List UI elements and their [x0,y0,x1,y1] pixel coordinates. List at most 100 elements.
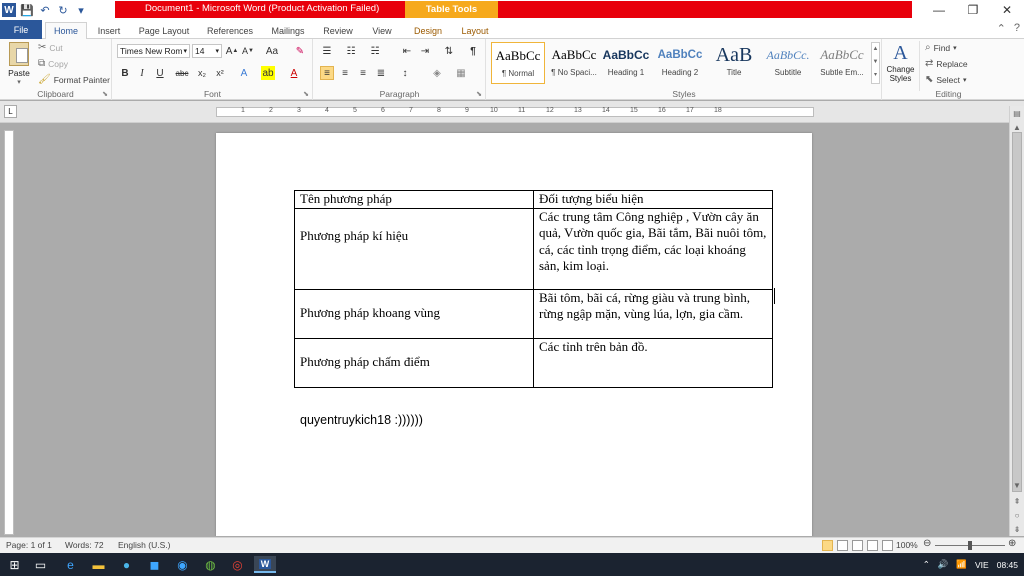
text-effects-icon[interactable]: A [237,66,251,80]
show-formatting-icon[interactable]: ¶ [466,44,480,58]
close-button[interactable]: ✕ [990,0,1024,20]
clear-formatting-icon[interactable]: ✎ [293,44,307,58]
input-language[interactable]: VIE [975,560,989,570]
web-layout-icon[interactable] [852,540,863,551]
change-styles-button[interactable]: A Change Styles [882,41,920,91]
table-header-cell[interactable]: Tên phương pháp [294,190,534,209]
tab-insert[interactable]: Insert [90,22,128,39]
zoom-in-icon[interactable]: ⊕ [1008,538,1016,549]
tab-page-layout[interactable]: Page Layout [133,22,195,39]
paste-button[interactable]: Paste ▾ [6,42,32,86]
table-cell[interactable]: Các trung tâm Công nghiệp , Vườn cây ăn … [533,207,773,290]
multilevel-list-icon[interactable]: ☵ [368,44,382,58]
chrome-icon[interactable]: ◎ [229,556,246,573]
word-count[interactable]: Words: 72 [65,540,104,550]
zalo-icon[interactable]: ◼ [146,556,163,573]
increase-indent-icon[interactable]: ⇥ [418,44,432,58]
tab-mailings[interactable]: Mailings [263,22,313,39]
paragraph-launcher-icon[interactable]: ⬊ [476,90,482,98]
style-title[interactable]: AaB Title [707,42,761,84]
zoom-slider-thumb[interactable] [968,541,972,550]
app-icon-1[interactable]: ● [118,556,135,573]
page-count[interactable]: Page: 1 of 1 [6,540,52,550]
tab-selector-icon[interactable]: L [4,105,17,118]
help-icon[interactable]: ? [1014,22,1020,35]
file-explorer-icon[interactable]: ▬ [90,556,107,573]
scroll-thumb[interactable] [1012,132,1022,492]
edge-browser-icon[interactable]: e [62,556,79,573]
document-page[interactable]: Tên phương pháp Đối tượng biểu hiện Phươ… [216,133,812,536]
select-button[interactable]: ⬉ Select ▾ [925,74,967,85]
shrink-font-icon[interactable]: A ▼ [241,44,255,58]
tab-home[interactable]: Home [45,22,87,39]
style-heading-1[interactable]: AaBbCc Heading 1 [599,42,653,84]
align-center-icon[interactable]: ≡ [338,66,352,80]
browse-object-icon[interactable]: ○ [1010,508,1024,522]
horizontal-ruler[interactable]: 1 2 3 4 5 6 7 8 9 10 11 12 13 14 15 16 1… [216,107,814,117]
print-layout-view-icon[interactable] [822,540,833,551]
signature-text[interactable]: quyentruykich18 :)))))) [300,413,423,427]
cut-button[interactable]: ✂ Cut [38,42,63,53]
next-page-icon[interactable]: ⇟ [1010,522,1024,536]
clipboard-launcher-icon[interactable]: ⬊ [102,90,108,98]
highlight-color-icon[interactable]: ab [261,66,275,80]
borders-icon[interactable]: ▦ [454,66,468,80]
format-painter-button[interactable]: 🖌 Format Painter [38,74,110,85]
bullets-icon[interactable]: ☰ [320,44,334,58]
find-button[interactable]: ⌕ Find ▾ [925,42,957,53]
font-color-icon[interactable]: A [287,66,301,80]
tab-design[interactable]: Design [407,22,449,39]
vertical-ruler[interactable] [4,130,14,535]
table-cell[interactable]: Phương pháp chấm điểm [294,337,534,388]
tab-file[interactable]: File [0,20,42,39]
justify-icon[interactable]: ≣ [374,66,388,80]
task-view-icon[interactable]: ▭ [32,556,49,573]
document-area[interactable]: Tên phương pháp Đối tượng biểu hiện Phươ… [18,123,1007,536]
shading-icon[interactable]: ◈ [430,66,444,80]
copy-button[interactable]: ⧉ Copy [38,58,68,69]
change-case-icon[interactable]: Aa [263,44,281,58]
scroll-down-icon[interactable]: ▼ [1010,478,1024,492]
strikethrough-icon[interactable]: abc [175,66,189,80]
style-heading-2[interactable]: AaBbCc Heading 2 [653,42,707,84]
word-taskbar-icon[interactable]: W [254,556,276,573]
customize-qat-icon[interactable]: ▾ [74,3,88,17]
vertical-scrollbar[interactable]: ▤ ▲ ▼ ⇞ ○ ⇟ [1009,106,1024,536]
clock[interactable]: 08:45 [997,560,1018,570]
save-icon[interactable]: 💾 [20,3,34,17]
numbering-icon[interactable]: ☷ [344,44,358,58]
tab-layout[interactable]: Layout [454,22,496,39]
minimize-button[interactable]: — [922,0,956,20]
table-cell[interactable]: Các tỉnh trên bản đồ. [533,337,773,388]
table-cell[interactable]: Phương pháp khoang vùng [294,288,534,339]
redo-icon[interactable]: ↻ [56,3,70,17]
previous-page-icon[interactable]: ⇞ [1010,494,1024,508]
superscript-icon[interactable]: x² [213,66,227,80]
style-normal[interactable]: AaBbCc ¶ Normal [491,42,545,84]
line-spacing-icon[interactable]: ↕ [398,66,412,80]
font-launcher-icon[interactable]: ⬊ [303,90,309,98]
tray-overflow-icon[interactable]: ⌃ [923,559,930,570]
collapse-ribbon-icon[interactable]: ⌃ [997,22,1006,35]
style-no-spacing[interactable]: AaBbCc ¶ No Spaci... [547,42,601,84]
bold-icon[interactable]: B [118,66,132,80]
font-name-combo[interactable]: Times New Rom ▾ [117,44,190,58]
align-left-icon[interactable]: ≡ [320,66,334,80]
replace-button[interactable]: ⇄ Replace [925,58,968,69]
zoom-out-icon[interactable]: ⊖ [923,538,931,549]
language-indicator[interactable]: English (U.S.) [118,540,170,550]
underline-icon[interactable]: U [153,66,167,80]
tab-review[interactable]: Review [317,22,359,39]
italic-icon[interactable]: I [135,66,149,80]
chat-icon[interactable]: ◉ [174,556,191,573]
decrease-indent-icon[interactable]: ⇤ [400,44,414,58]
draft-view-icon[interactable] [882,540,893,551]
zoom-level[interactable]: 100% [896,540,918,550]
sort-icon[interactable]: ⇅ [442,44,456,58]
tab-references[interactable]: References [200,22,260,39]
font-size-combo[interactable]: 14 ▾ [192,44,222,58]
content-table[interactable]: Tên phương pháp Đối tượng biểu hiện Phươ… [294,190,773,388]
subscript-icon[interactable]: x₂ [195,66,209,80]
tab-view[interactable]: View [363,22,401,39]
word-app-icon[interactable]: W [2,3,16,17]
